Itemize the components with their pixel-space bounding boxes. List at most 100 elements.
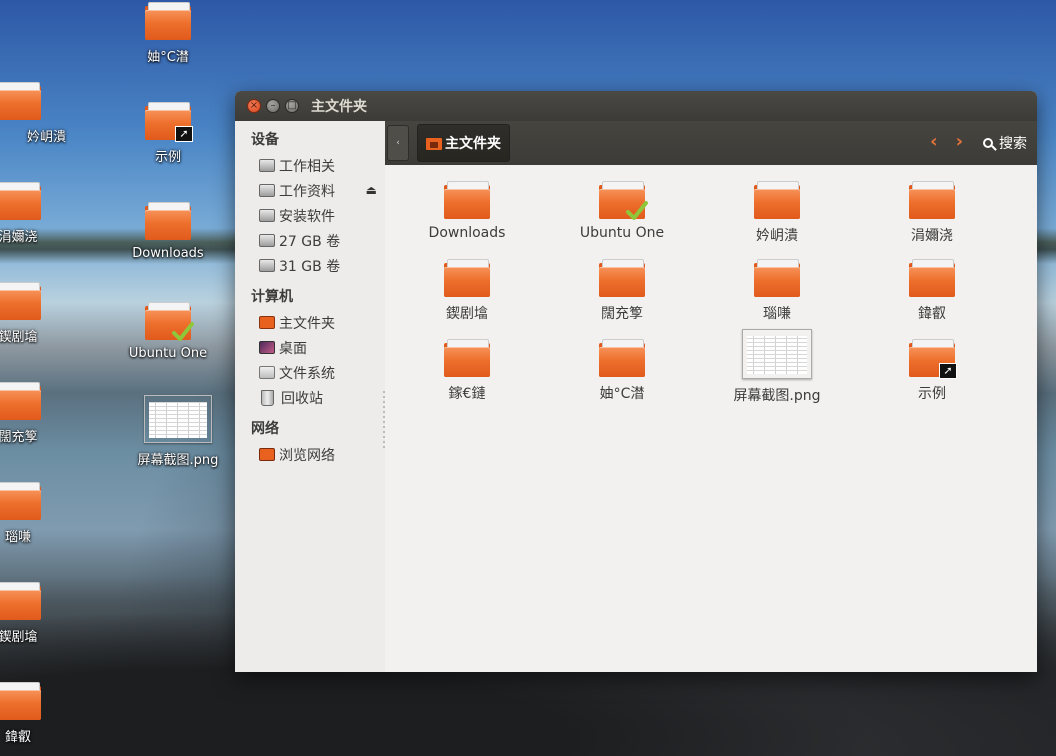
sidebar-item-label: 文件系统	[279, 365, 335, 382]
sidebar-item-work-data[interactable]: 工作资料 ⏏	[235, 178, 385, 203]
search-button[interactable]: 搜索	[983, 133, 1027, 153]
network-icon	[259, 448, 275, 461]
maximize-button[interactable]: □	[285, 99, 299, 113]
file-item[interactable]: ➚ 示例	[862, 339, 1002, 403]
desktop-icon[interactable]: 鍥剧墖	[0, 282, 68, 345]
sidebar-item-trash[interactable]: 回收站	[235, 385, 385, 410]
sidebar-item-label: 工作相关	[279, 158, 335, 175]
filesystem-icon	[259, 366, 275, 379]
desktop-icon[interactable]: 涓嬭浇	[0, 182, 68, 245]
desktop-icon-ubuntu-one[interactable]: Ubuntu One	[118, 302, 218, 361]
file-label: Downloads	[428, 225, 506, 241]
file-item[interactable]: 妯°C澘	[552, 339, 692, 403]
desktop-icon-label: 瑙嗛	[4, 530, 31, 545]
file-item[interactable]: 鎵€鏈	[397, 339, 537, 403]
file-label: 屏幕截图.png	[733, 388, 821, 404]
file-item[interactable]: 涓嬭浇	[862, 181, 1002, 245]
desktop-icon[interactable]: 鍏叡	[0, 682, 68, 745]
breadcrumb[interactable]: 主文件夹	[417, 124, 510, 162]
sidebar-item-label: 浏览网络	[279, 447, 335, 464]
desktop-icon[interactable]: 鍥剧墖	[0, 582, 68, 645]
sidebar-item-home[interactable]: 主文件夹	[235, 310, 385, 335]
back-button[interactable]: ‹	[930, 131, 937, 152]
file-item[interactable]: Downloads	[397, 181, 537, 241]
home-icon	[426, 136, 442, 150]
sidebar-item-browse-network[interactable]: 浏览网络	[235, 442, 385, 467]
sidebar-item-install-software[interactable]: 安装软件	[235, 203, 385, 228]
trash-icon	[261, 389, 274, 406]
folder-icon	[0, 282, 41, 320]
file-label: 瑙嗛	[763, 306, 791, 322]
folder-link-icon: ➚	[145, 102, 193, 142]
file-item[interactable]: 屏幕截图.png	[707, 329, 847, 405]
folder-icon	[0, 582, 41, 620]
folder-icon	[754, 181, 800, 219]
desktop-icon-label: 鍥剧墖	[0, 630, 38, 645]
file-item[interactable]: 闊充箰	[552, 259, 692, 323]
file-item[interactable]: 瑙嗛	[707, 259, 847, 323]
toolbar: ‹ 主文件夹 ‹ › 搜索	[385, 121, 1037, 165]
folder-icon	[0, 182, 41, 220]
file-item[interactable]: 鍥剧墖	[397, 259, 537, 323]
desktop-icon-label: 妯°C澘	[147, 50, 189, 65]
desktop-icon-examples[interactable]: ➚ 示例	[118, 102, 218, 165]
file-label: 闊充箰	[601, 306, 643, 322]
desktop-icon[interactable]: 闊充箰	[0, 382, 68, 445]
desktop-icon-screenshot[interactable]: 屏幕截图.png	[128, 395, 228, 468]
file-item[interactable]: 鍏叡	[862, 259, 1002, 323]
breadcrumb-label: 主文件夹	[445, 136, 501, 152]
checkmark-icon	[626, 201, 648, 220]
navigation-arrows: ‹ ›	[930, 131, 963, 152]
desktop-icon[interactable]: 瑙嗛	[0, 482, 68, 545]
folder-check-icon	[145, 302, 194, 341]
desktop-icon-label: 涓嬭浇	[0, 230, 38, 245]
folder-icon	[909, 259, 955, 297]
file-manager-window: × – □ 主文件夹 设备 工作相关 工作资料 ⏏ 安装软件 27 GB 卷 31…	[235, 91, 1037, 672]
drive-icon	[259, 259, 275, 272]
desktop-icon-label: 示例	[154, 150, 181, 165]
sidebar-item-work-related[interactable]: 工作相关	[235, 153, 385, 178]
folder-icon	[444, 339, 490, 377]
titlebar: × – □ 主文件夹	[235, 91, 1037, 121]
checkmark-icon	[172, 322, 194, 341]
file-label: 鍏叡	[918, 306, 946, 322]
eject-icon[interactable]: ⏏	[366, 183, 377, 197]
file-label: 妗岄潰	[756, 228, 798, 244]
search-icon	[983, 138, 993, 148]
folder-icon	[444, 259, 490, 297]
folder-icon	[0, 482, 41, 520]
file-label: Ubuntu One	[579, 225, 665, 241]
sidebar-toggle-button[interactable]: ‹	[387, 125, 409, 161]
desktop-icon-label: 妗岄潰	[26, 130, 66, 145]
sidebar-item-31gb-volume[interactable]: 31 GB 卷	[235, 253, 385, 278]
drive-icon	[259, 234, 275, 247]
sidebar-item-desktop[interactable]: 桌面	[235, 335, 385, 360]
close-button[interactable]: ×	[247, 99, 261, 113]
sidebar-item-filesystem[interactable]: 文件系统	[235, 360, 385, 385]
file-item[interactable]: 妗岄潰	[707, 181, 847, 245]
sidebar-item-label: 安装软件	[279, 208, 335, 225]
drive-icon	[259, 184, 275, 197]
minimize-button[interactable]: –	[266, 99, 280, 113]
link-arrow-icon: ➚	[939, 363, 957, 379]
folder-check-icon	[599, 181, 648, 220]
desktop-icon-downloads[interactable]: Downloads	[118, 202, 218, 261]
folder-icon	[145, 2, 191, 40]
file-label: 鍥剧墖	[446, 306, 488, 322]
file-item[interactable]: Ubuntu One	[552, 181, 692, 241]
image-thumbnail-icon	[742, 329, 812, 379]
window-title: 主文件夹	[311, 99, 367, 115]
forward-button[interactable]: ›	[956, 131, 963, 152]
sidebar-item-label: 工作资料	[279, 183, 335, 200]
desktop-icon-templates[interactable]: 妯°C澘	[118, 2, 218, 65]
folder-icon	[599, 259, 645, 297]
folder-icon	[909, 181, 955, 219]
desktop-icon[interactable]: 妗岄潰	[0, 82, 68, 145]
sidebar-item-27gb-volume[interactable]: 27 GB 卷	[235, 228, 385, 253]
folder-icon	[0, 82, 41, 120]
sidebar-section-devices: 设备 工作相关 工作资料 ⏏ 安装软件 27 GB 卷 31 GB 卷	[235, 121, 385, 278]
folder-icon	[145, 202, 191, 240]
sidebar-item-label: 31 GB 卷	[279, 258, 341, 275]
desktop-icon-label: 鍥剧墖	[0, 330, 38, 345]
folder-icon	[0, 682, 41, 720]
